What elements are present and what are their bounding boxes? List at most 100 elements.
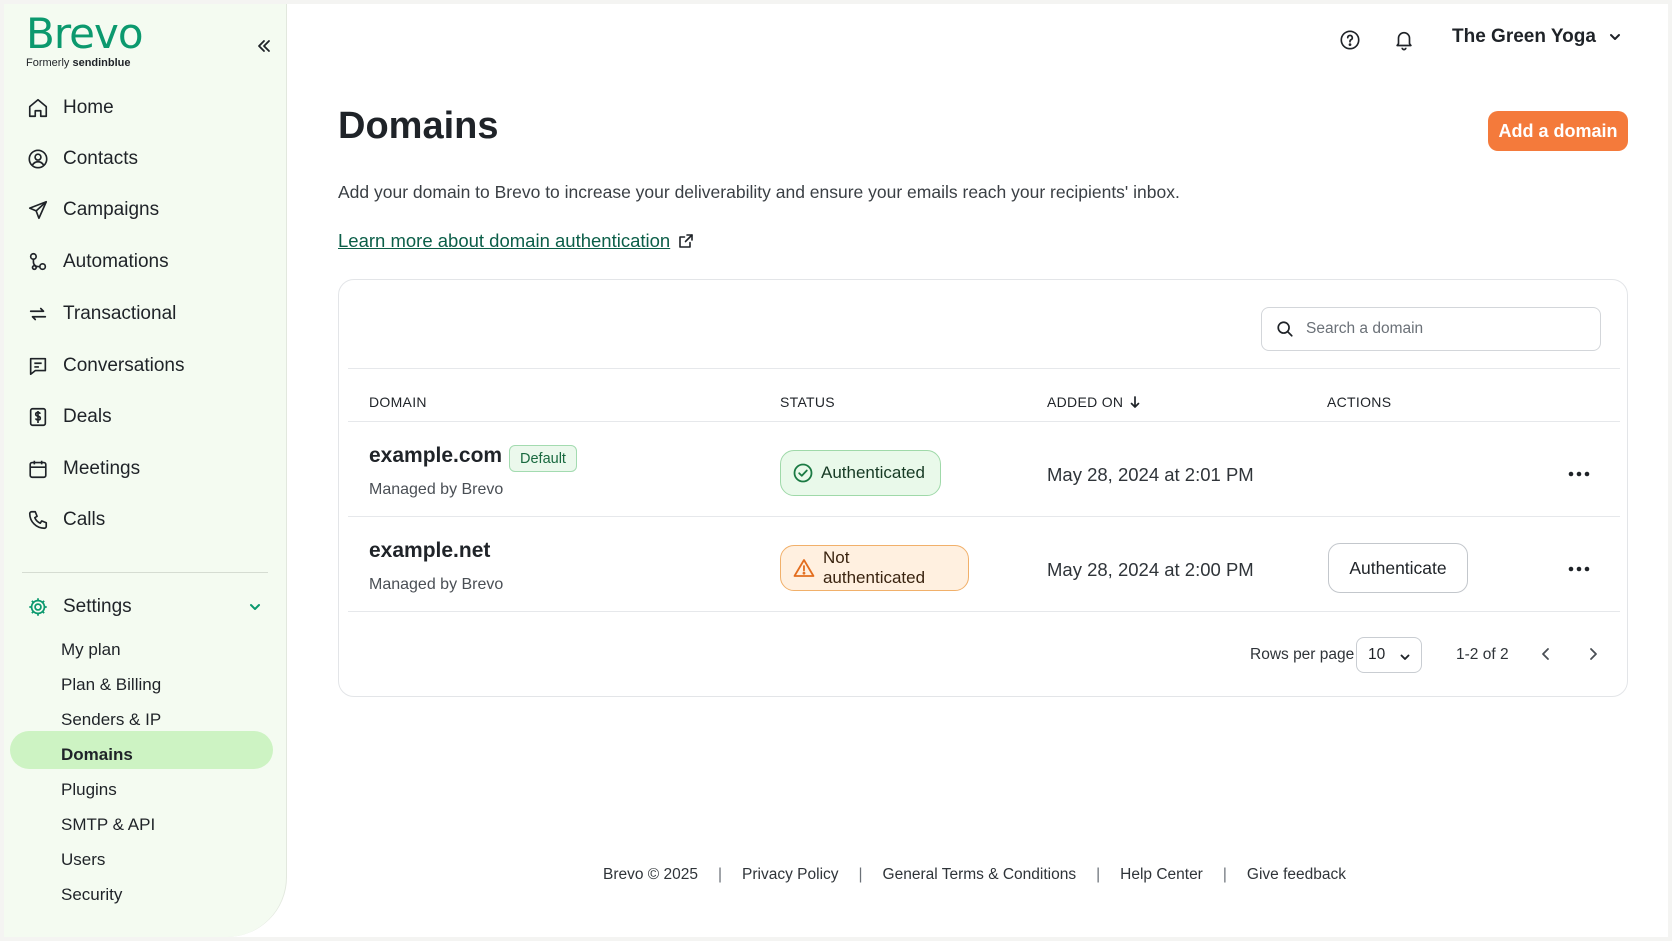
logo-wordmark: Brevo: [26, 9, 144, 58]
sidebar-item-label: Calls: [63, 509, 106, 530]
page-title: Domains: [338, 105, 499, 147]
footer-link-feedback[interactable]: Give feedback: [1247, 866, 1346, 884]
chevron-right-icon: [1590, 648, 1597, 660]
sidebar-subitem-smtp-api[interactable]: SMTP & API: [61, 813, 155, 837]
double-chevron-left-icon: [258, 40, 270, 52]
column-header-added-on[interactable]: ADDED ON: [1047, 394, 1141, 410]
column-header-domain: DOMAIN: [369, 394, 427, 410]
account-menu[interactable]: The Green Yoga: [1452, 26, 1622, 48]
column-header-actions: ACTIONS: [1327, 394, 1392, 410]
sidebar-item-contacts[interactable]: Contacts: [26, 144, 138, 174]
status-label: Not authenticated: [822, 548, 926, 587]
active-item-highlight: [10, 731, 273, 769]
learn-more-link[interactable]: Learn more about domain authentication: [338, 230, 694, 252]
search-box[interactable]: [1261, 307, 1601, 351]
sidebar-item-home[interactable]: Home: [26, 93, 114, 123]
chevron-down-icon: [1400, 654, 1410, 660]
phone-icon: [26, 508, 50, 532]
authenticate-button[interactable]: Authenticate: [1328, 543, 1468, 593]
sidebar-subitem-domains[interactable]: Domains: [61, 743, 133, 767]
sidebar-item-conversations[interactable]: Conversations: [26, 351, 184, 381]
external-link-icon: [679, 234, 694, 248]
domain-managed-by: Managed by Brevo: [369, 576, 504, 593]
warning-triangle-icon: [793, 559, 815, 577]
sidebar-item-settings[interactable]: Settings: [26, 592, 132, 622]
footer: Brevo © 2025 | Privacy Policy | General …: [603, 866, 1346, 884]
sidebar-item-label: Conversations: [63, 355, 185, 376]
contacts-icon: [26, 147, 50, 171]
sidebar-subitem-plugins[interactable]: Plugins: [61, 778, 117, 802]
sidebar-subitem-my-plan[interactable]: My plan: [61, 638, 121, 662]
status-badge: Not authenticated: [780, 545, 969, 591]
add-domain-button[interactable]: Add a domain: [1488, 111, 1628, 151]
more-horizontal-icon: [1568, 566, 1590, 572]
added-on-date: May 28, 2024 at 2:01 PM: [1047, 464, 1254, 485]
page-description: Add your domain to Brevo to increase you…: [338, 182, 1180, 202]
notifications-button[interactable]: [1392, 28, 1416, 52]
gear-icon: [26, 595, 50, 619]
sidebar-item-automations[interactable]: Automations: [26, 247, 169, 277]
sidebar-item-label: Home: [63, 97, 114, 118]
sidebar-subitem-users[interactable]: Users: [61, 848, 105, 872]
rows-per-page-value: 10: [1368, 646, 1386, 663]
sidebar-item-transactional[interactable]: Transactional: [26, 299, 176, 329]
sidebar-item-campaigns[interactable]: Campaigns: [26, 195, 159, 225]
sidebar-item-label: Contacts: [63, 148, 138, 169]
sidebar-item-label: Meetings: [63, 458, 141, 479]
row-actions-menu-button[interactable]: [1564, 554, 1594, 584]
table-header-bottom-divider: [348, 421, 1620, 422]
sidebar-divider: [22, 572, 268, 573]
column-header-status: STATUS: [780, 394, 835, 410]
help-circle-icon: [1340, 30, 1360, 50]
added-on-date: May 28, 2024 at 2:00 PM: [1047, 559, 1254, 580]
chevron-left-icon: [1542, 648, 1549, 660]
previous-page-button[interactable]: [1532, 640, 1560, 668]
row-divider: [348, 516, 1620, 517]
calendar-icon: [26, 457, 50, 481]
dollar-icon: [26, 405, 50, 429]
sidebar-item-label: Automations: [63, 251, 169, 272]
search-icon: [1277, 321, 1293, 337]
app-window: Brevo Formerly sendinblue Home Contacts …: [4, 4, 1668, 937]
next-page-button[interactable]: [1579, 640, 1607, 668]
sidebar-item-meetings[interactable]: Meetings: [26, 454, 140, 484]
sidebar-item-label: Transactional: [63, 303, 177, 324]
bell-icon: [1396, 31, 1412, 51]
footer-copyright: Brevo © 2025: [603, 866, 699, 883]
help-button[interactable]: [1338, 28, 1362, 52]
home-icon: [26, 96, 50, 120]
collapse-sidebar-button[interactable]: [252, 34, 276, 58]
chat-icon: [26, 354, 50, 378]
footer-link-terms[interactable]: General Terms & Conditions: [883, 866, 1077, 884]
row-actions-menu-button[interactable]: [1564, 459, 1594, 489]
logo-subtitle: Formerly sendinblue: [26, 57, 131, 69]
status-label: Authenticated: [821, 463, 925, 482]
sidebar-item-deals[interactable]: Deals: [26, 402, 112, 432]
footer-separator: |: [718, 866, 723, 883]
learn-more-label: Learn more about domain authentication: [338, 230, 671, 251]
chevron-down-icon[interactable]: [248, 600, 262, 619]
sidebar-subitem-plan-billing[interactable]: Plan & Billing: [61, 673, 161, 697]
row-divider: [348, 611, 1620, 612]
footer-link-privacy[interactable]: Privacy Policy: [742, 866, 838, 884]
footer-link-help-center[interactable]: Help Center: [1120, 866, 1203, 884]
repeat-icon: [26, 302, 50, 326]
table-header-top-divider: [348, 368, 1620, 369]
brevo-logo[interactable]: Brevo Formerly sendinblue: [26, 9, 144, 70]
search-input[interactable]: [1306, 320, 1586, 338]
sidebar-item-calls[interactable]: Calls: [26, 505, 105, 535]
send-icon: [26, 198, 50, 222]
sidebar-subitem-senders-ip[interactable]: Senders & IP: [61, 708, 161, 732]
automation-icon: [26, 250, 50, 274]
sidebar-subitem-security[interactable]: Security: [61, 883, 122, 907]
sidebar-item-label: Campaigns: [63, 199, 160, 220]
sidebar-item-label: Settings: [63, 596, 132, 617]
pagination-range: 1-2 of 2: [1456, 646, 1509, 663]
chevron-down-icon: [1609, 34, 1620, 40]
arrow-down-icon: [1130, 396, 1140, 408]
default-badge: Default: [509, 445, 577, 472]
sidebar: Brevo Formerly sendinblue Home Contacts …: [4, 4, 287, 937]
rows-per-page-select[interactable]: 10: [1356, 637, 1422, 673]
more-horizontal-icon: [1568, 471, 1590, 477]
column-header-label: ADDED ON: [1047, 394, 1124, 410]
